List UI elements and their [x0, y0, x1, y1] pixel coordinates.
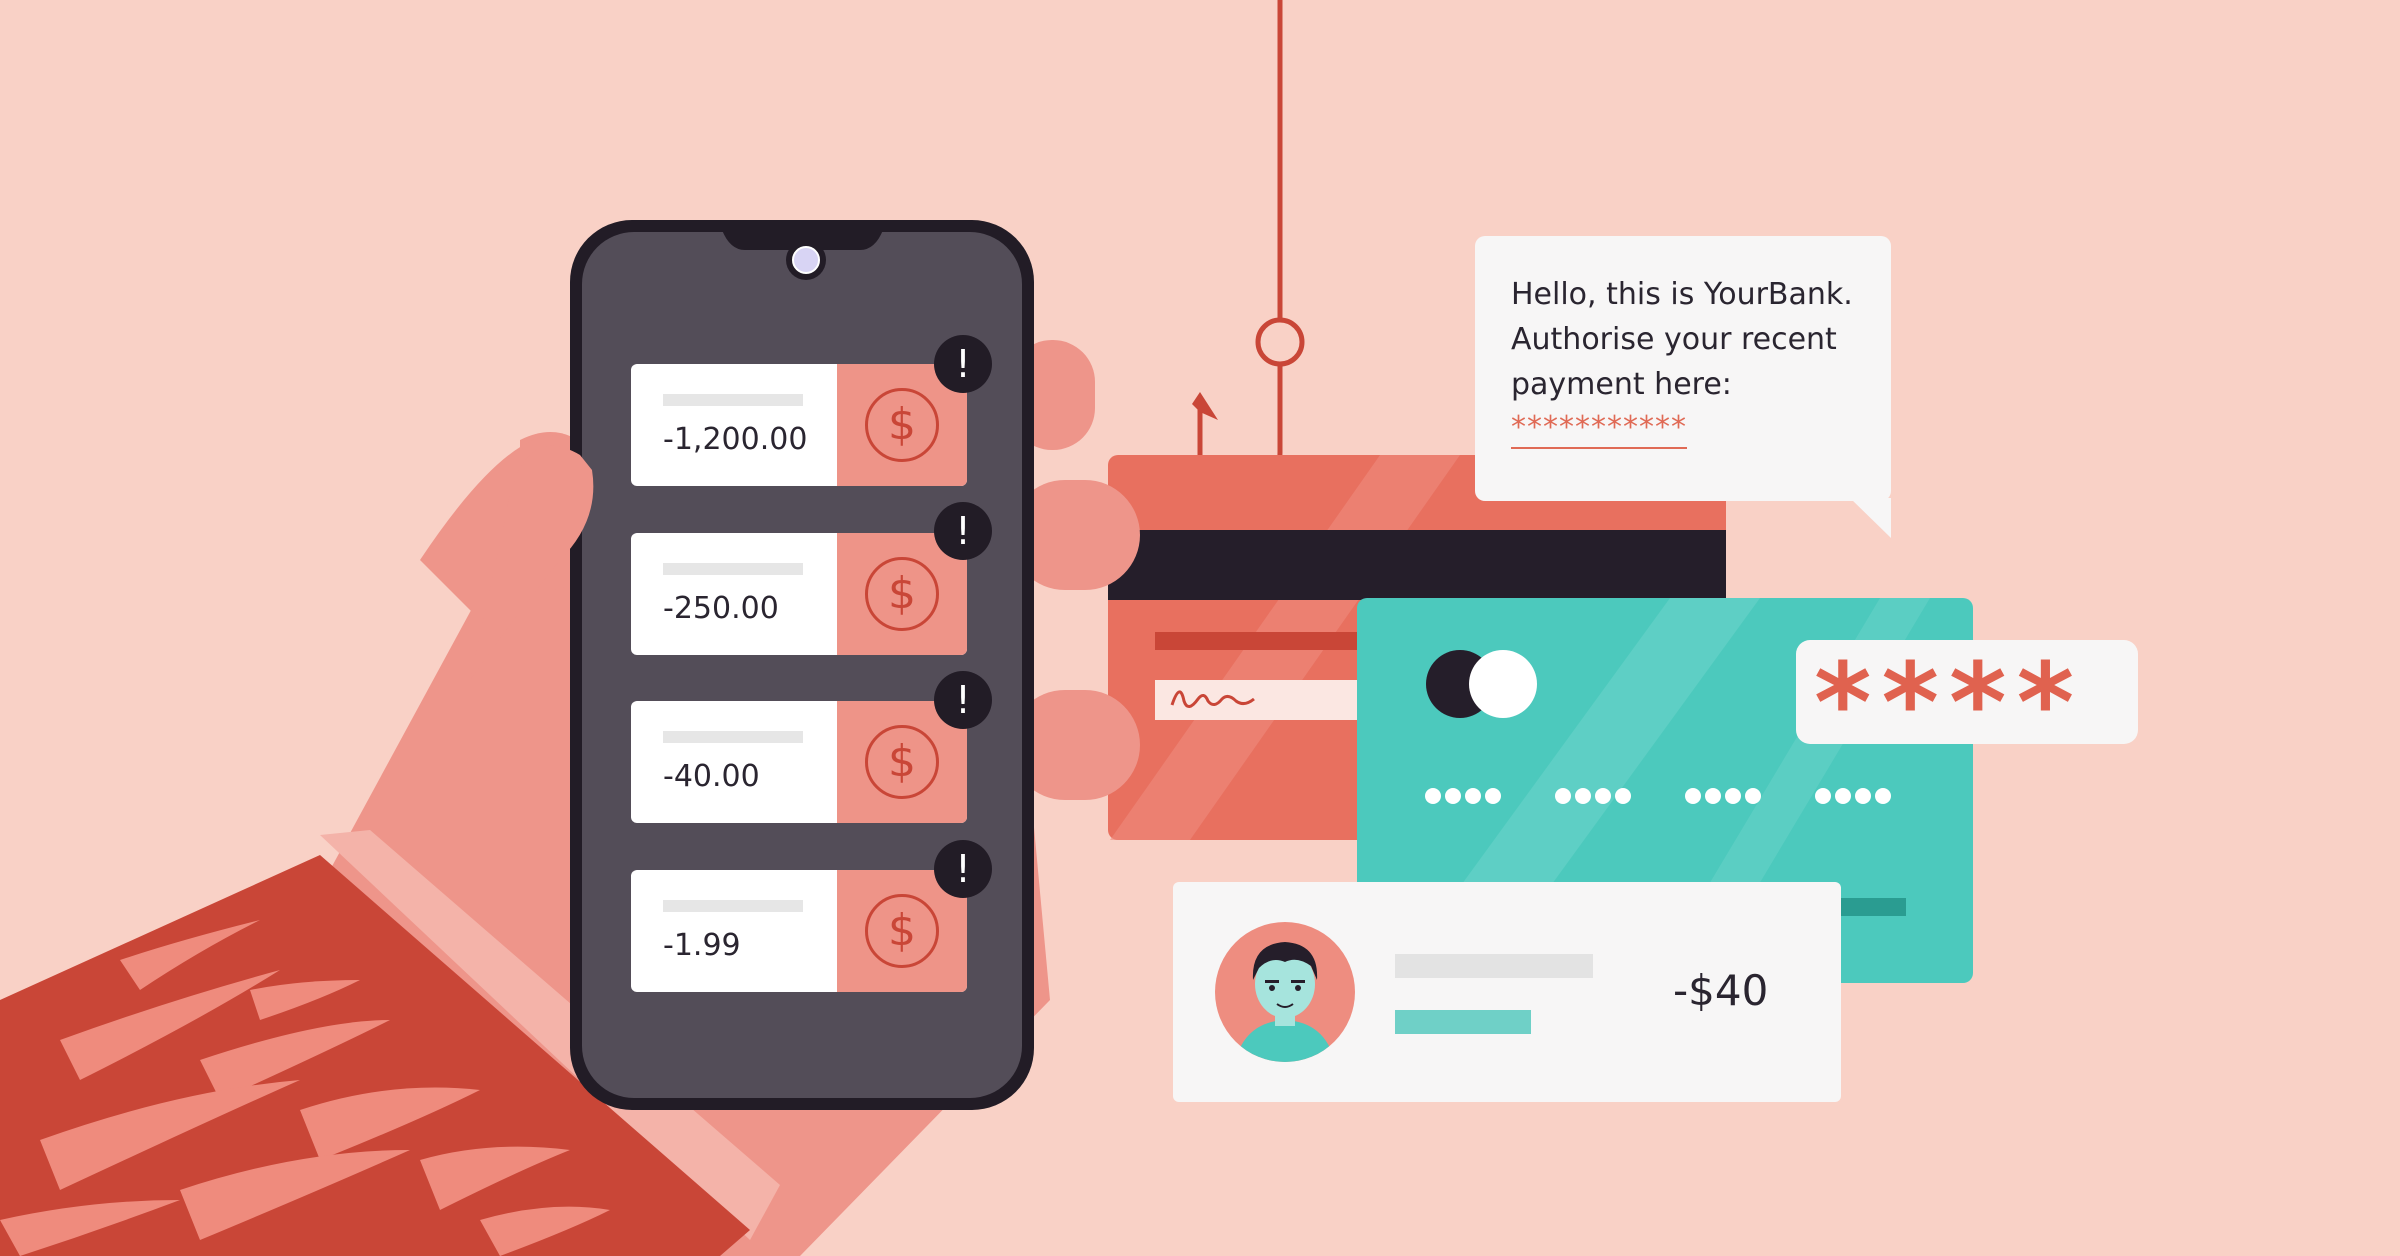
dollar-icon: $: [865, 894, 939, 968]
avatar: [1215, 922, 1355, 1062]
dollar-icon: $: [865, 388, 939, 462]
transaction-row[interactable]: -40.00 $: [631, 701, 967, 823]
phishing-message-bubble: Hello, this is YourBank. Authorise your …: [1475, 236, 1891, 501]
message-text: Hello, this is YourBank. Authorise your …: [1511, 277, 1853, 402]
alert-icon: !: [934, 502, 992, 560]
transaction-amount: -250.00: [663, 591, 779, 626]
transaction-row[interactable]: -1,200.00 $: [631, 364, 967, 486]
placeholder-bar: [663, 563, 803, 575]
transaction-row[interactable]: -250.00 $: [631, 533, 967, 655]
transaction-amount: -40.00: [663, 759, 760, 794]
phishing-scene: -1,200.00 $ -250.00 $ -40.00 $ -1.99 $ !…: [0, 0, 2400, 1256]
payment-card[interactable]: -$40: [1173, 882, 1841, 1102]
placeholder-bar: [663, 900, 803, 912]
masked-pin: ****: [1814, 639, 2085, 767]
bubble-tail: [1850, 498, 1891, 538]
alert-icon: !: [934, 335, 992, 393]
payment-amount: -$40: [1673, 966, 1769, 1015]
alert-icon: !: [934, 671, 992, 729]
placeholder-bar: [663, 394, 803, 406]
person-icon: [1235, 942, 1335, 1062]
masked-link[interactable]: ***********: [1511, 410, 1687, 449]
pin-box: ****: [1796, 640, 2138, 758]
placeholder-line-teal: [1395, 1010, 1531, 1034]
transaction-amount: -1,200.00: [663, 422, 808, 457]
dollar-icon: $: [865, 725, 939, 799]
alert-icon: !: [934, 840, 992, 898]
placeholder-bar: [663, 731, 803, 743]
fishing-hook-icon: [1192, 0, 1305, 501]
transaction-row[interactable]: -1.99 $: [631, 870, 967, 992]
placeholder-line: [1395, 954, 1593, 978]
transaction-amount: -1.99: [663, 928, 741, 963]
dollar-icon: $: [865, 557, 939, 631]
